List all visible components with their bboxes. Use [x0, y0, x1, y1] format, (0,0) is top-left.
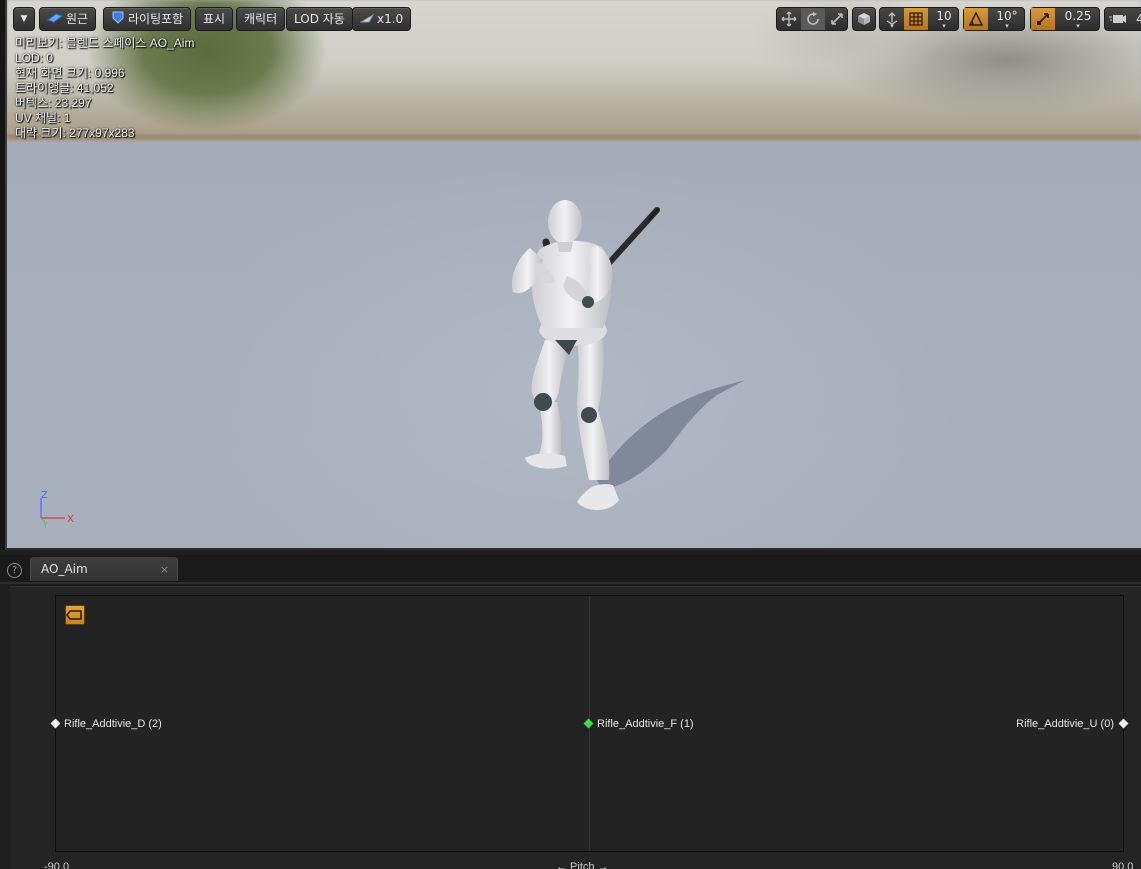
grid-snap-group: ▾ 10 ▾ — [879, 7, 959, 31]
axis-min-label: -90.0 — [44, 861, 70, 869]
tab-strip: ? AO_Aim × — [0, 555, 1141, 582]
axis-max-label: 90.0 — [1112, 861, 1134, 869]
sample-diamond-icon — [583, 718, 594, 729]
lighting-label: 라이팅포함 — [128, 12, 184, 26]
transform-tools — [776, 7, 848, 31]
stat-lod: LOD: 0 — [15, 51, 54, 65]
character-label: 캐릭터 — [244, 12, 278, 26]
grid-snap-toggle[interactable] — [904, 8, 928, 30]
rotation-snap-value[interactable]: 10° ▾ — [988, 8, 1026, 30]
gizmo-x-label: X — [67, 514, 74, 525]
scale-snap-value[interactable]: 0.25 ▾ — [1055, 8, 1101, 30]
scale-snap-icon — [1037, 13, 1049, 25]
speed-icon — [359, 9, 375, 31]
axis-name-label: ← Pitch → — [556, 861, 609, 869]
viewport-options-button[interactable]: ▼ — [13, 7, 35, 31]
gizmo-z-label: Z — [41, 490, 48, 501]
angle-icon — [968, 11, 984, 26]
blend-space-grid[interactable]: Rifle_Addtivie_D (2) Rifle_Addtivie_F (1… — [50, 595, 1129, 852]
camera-speed-button[interactable] — [1105, 8, 1131, 30]
stat-approx-size: 대략 크기: 277x97x283 — [15, 126, 135, 140]
sample-point-down[interactable]: Rifle_Addtivie_D (2) — [50, 717, 162, 731]
grid-icon — [909, 12, 923, 26]
move-arrows-icon — [781, 11, 797, 27]
camera-speed-value[interactable]: 4 — [1131, 8, 1141, 30]
tab-ao-aim[interactable]: AO_Aim × — [30, 557, 178, 581]
scale-tool[interactable] — [825, 8, 849, 30]
sample-diamond-icon — [50, 718, 61, 729]
stat-vertices: 버텍스: 23,297 — [15, 96, 92, 110]
viewport-toolbar: ▼ 원근 라이팅포함 표시 캐릭터 LOD 자동 x1.0 ▾ 10 ▾ 10°… — [13, 6, 1141, 32]
sample-label: Rifle_Addtivie_U (0) — [1016, 718, 1114, 730]
show-button[interactable]: 표시 — [195, 7, 234, 31]
translate-tool[interactable] — [777, 8, 801, 30]
help-icon: ? — [11, 565, 18, 576]
preview-viewport[interactable]: ▼ 원근 라이팅포함 표시 캐릭터 LOD 자동 x1.0 ▾ 10 ▾ 10°… — [5, 0, 1141, 550]
scale-icon — [831, 13, 843, 25]
sample-point-up[interactable]: Rifle_Addtivie_U (0) — [1016, 717, 1129, 731]
mannequin-character — [511, 200, 745, 510]
grid-snap-value[interactable]: 10 ▾ — [928, 8, 960, 30]
camera-speed-group: 4 — [1104, 7, 1141, 31]
lit-sphere-icon — [111, 9, 125, 31]
show-label: 표시 — [203, 12, 226, 26]
close-icon[interactable]: × — [160, 563, 169, 576]
viewport-stats: 미리보기: 블렌드 스페이스 AO_Aim LOD: 0 현재 화면 크기: 0… — [15, 36, 194, 141]
perspective-button[interactable]: 원근 — [39, 7, 97, 31]
rotation-snap-toggle[interactable] — [964, 8, 988, 30]
tab-divider — [0, 582, 1141, 584]
sample-label: Rifle_Addtivie_F (1) — [597, 718, 694, 730]
sample-label: Rifle_Addtivie_D (2) — [64, 718, 162, 730]
lod-label: LOD 자동 — [294, 12, 345, 26]
playback-speed-button[interactable]: x1.0 — [352, 7, 412, 31]
rotate-tool[interactable] — [801, 8, 825, 30]
scale-snap-group: 0.25 ▾ — [1030, 7, 1100, 31]
sample-point-forward[interactable]: Rifle_Addtivie_F (1) — [583, 717, 694, 731]
chevron-down-icon: ▼ — [20, 14, 28, 24]
camera-icon — [1109, 15, 1126, 23]
rotate-icon — [807, 12, 819, 25]
help-button[interactable]: ? — [7, 563, 22, 578]
gizmo-y-label: Y — [42, 521, 48, 530]
stat-uv-channels: UV 채널: 1 — [15, 111, 71, 125]
blend-space-panel: ? AO_Aim × Rifle_Addtivie_D (2) Rifle_Ad… — [0, 550, 1141, 869]
speed-label: x1.0 — [377, 12, 404, 26]
perspective-label: 원근 — [66, 12, 89, 26]
tab-label: AO_Aim — [41, 562, 88, 576]
lod-button[interactable]: LOD 자동 — [286, 7, 353, 31]
rotation-snap-group: 10° ▾ — [963, 7, 1025, 31]
cube-icon — [858, 13, 870, 25]
axis-gizmo: Z X Y — [40, 490, 74, 530]
sample-diamond-icon — [1118, 718, 1129, 729]
perspective-icon — [46, 9, 64, 31]
stat-preview: 미리보기: 블렌드 스페이스 AO_Aim — [15, 36, 195, 50]
stat-triangles: 트라이앵글: 41,052 — [15, 81, 114, 95]
scale-snap-toggle[interactable] — [1031, 8, 1055, 30]
coordinate-space-button[interactable] — [852, 7, 876, 31]
stat-screen-size: 현재 화면 크기: 0.996 — [15, 66, 125, 80]
blend-space-tag-icon[interactable] — [65, 605, 85, 625]
character-button[interactable]: 캐릭터 — [236, 7, 286, 31]
surface-snap-toggle[interactable]: ▾ — [880, 8, 904, 30]
lighting-mode-button[interactable]: 라이팅포함 — [103, 7, 192, 31]
